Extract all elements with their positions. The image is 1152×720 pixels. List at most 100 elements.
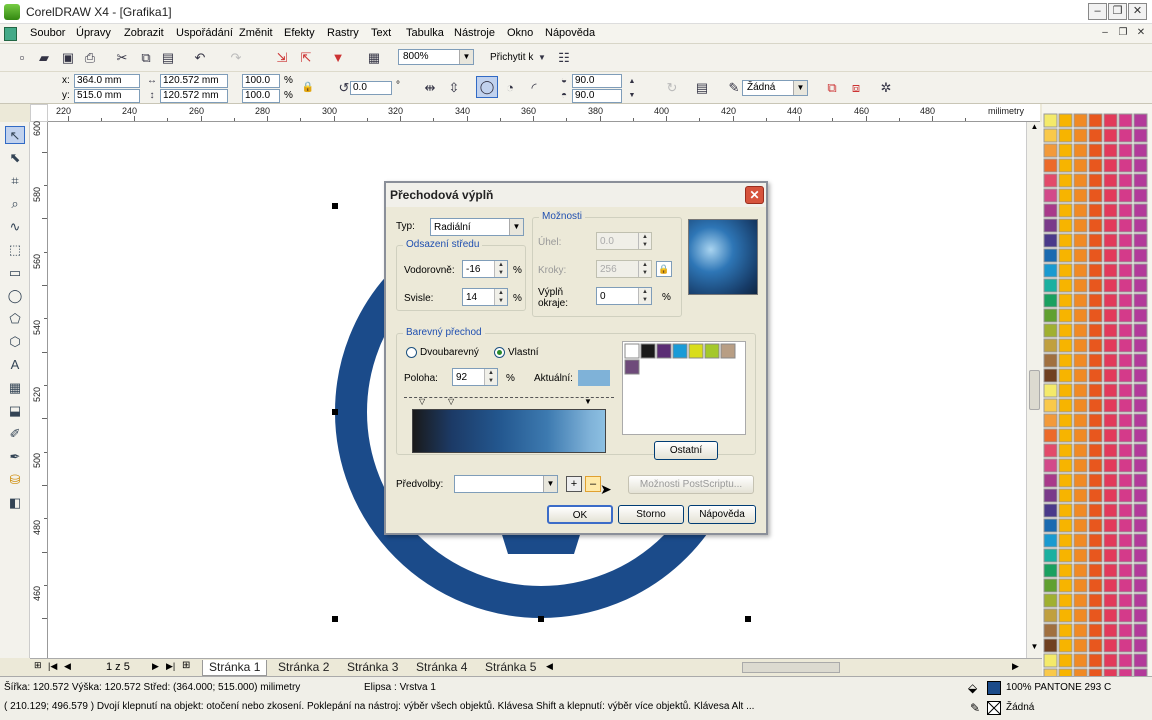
color-palette-picker[interactable] — [622, 341, 746, 435]
palette-color-swatch[interactable] — [1118, 428, 1133, 443]
wrap-text-icon[interactable]: ▤ — [694, 80, 710, 96]
height-field[interactable]: 120.572 mm — [160, 89, 228, 103]
palette-color-swatch[interactable] — [1043, 578, 1058, 593]
scale-y-field[interactable]: 100.0 — [242, 89, 280, 103]
horizontal-offset-spinner[interactable]: -16 ▲ ▼ — [462, 260, 508, 278]
palette-color-swatch[interactable] — [1058, 503, 1073, 518]
palette-color-swatch[interactable] — [1103, 488, 1118, 503]
scale-x-field[interactable]: 100.0 — [242, 74, 280, 88]
palette-color-swatch[interactable] — [1043, 128, 1058, 143]
palette-color-swatch[interactable] — [1088, 638, 1103, 653]
palette-color-swatch[interactable] — [1133, 383, 1148, 398]
ok-button[interactable]: OK — [547, 505, 613, 524]
palette-color-swatch[interactable] — [1088, 338, 1103, 353]
palette-color-swatch[interactable] — [1058, 623, 1073, 638]
snap-to-dropdown[interactable]: Přichytit k — [490, 52, 533, 64]
palette-color-swatch[interactable] — [1103, 503, 1118, 518]
menu-text[interactable]: Text — [371, 27, 391, 39]
palette-color-swatch[interactable] — [1133, 653, 1148, 668]
palette-color-swatch[interactable] — [1043, 293, 1058, 308]
palette-color-swatch[interactable] — [1043, 608, 1058, 623]
palette-color-swatch[interactable] — [1133, 668, 1148, 683]
current-color-swatch[interactable] — [578, 370, 610, 386]
print-icon[interactable]: ⎙ — [82, 50, 98, 66]
palette-color-swatch[interactable] — [1073, 503, 1088, 518]
eyedropper-icon[interactable]: ✐ — [5, 425, 25, 443]
scroll-thumb[interactable] — [1029, 370, 1040, 410]
break-apart-icon[interactable]: ⧈ — [848, 80, 864, 96]
palette-color-swatch[interactable] — [1073, 188, 1088, 203]
palette-color-swatch[interactable] — [1103, 338, 1118, 353]
palette-color-swatch[interactable] — [1103, 158, 1118, 173]
palette-color-swatch[interactable] — [1058, 578, 1073, 593]
palette-color-swatch[interactable] — [1133, 248, 1148, 263]
menu-okno[interactable]: Okno — [507, 27, 533, 39]
palette-color-swatch[interactable] — [1133, 458, 1148, 473]
palette-color-swatch[interactable] — [1118, 353, 1133, 368]
palette-color-swatch[interactable] — [1043, 638, 1058, 653]
x-position-field[interactable]: 364.0 mm — [74, 74, 140, 88]
palette-color-swatch[interactable] — [1118, 653, 1133, 668]
scroll-down-arrow[interactable]: ▼ — [1027, 642, 1042, 656]
palette-color-swatch[interactable] — [1118, 233, 1133, 248]
palette-color-swatch[interactable] — [1133, 173, 1148, 188]
palette-color-swatch[interactable] — [1088, 308, 1103, 323]
palette-color-swatch[interactable] — [1088, 518, 1103, 533]
palette-color-swatch[interactable] — [1073, 563, 1088, 578]
spinner-down-icon[interactable]: ▼ — [624, 88, 640, 104]
freehand-tool-icon[interactable]: ∿ — [5, 218, 25, 236]
palette-color-swatch[interactable] — [1058, 488, 1073, 503]
palette-color-swatch[interactable] — [1133, 563, 1148, 578]
palette-color-swatch[interactable] — [1058, 563, 1073, 578]
palette-color-swatch[interactable] — [1073, 518, 1088, 533]
palette-color-swatch[interactable] — [1058, 323, 1073, 338]
palette-color-swatch[interactable] — [1133, 518, 1148, 533]
outline-width-dropdown[interactable]: Žádná ▼ — [742, 80, 808, 96]
palette-color-swatch[interactable] — [1088, 488, 1103, 503]
import-icon[interactable]: ⇲ — [274, 50, 290, 66]
ruler-origin[interactable] — [30, 104, 48, 122]
palette-color-swatch[interactable] — [1073, 173, 1088, 188]
palette-color-swatch[interactable] — [1088, 323, 1103, 338]
ellipse-tool-icon[interactable]: ◯ — [5, 287, 25, 305]
palette-color-swatch[interactable] — [1133, 428, 1148, 443]
palette-color-swatch[interactable] — [1133, 143, 1148, 158]
color-stop-marker[interactable]: ▽ — [419, 397, 425, 406]
palette-color-swatch[interactable] — [1088, 128, 1103, 143]
palette-color-swatch[interactable] — [1073, 458, 1088, 473]
lock-ratio-icon[interactable]: 🔒 — [300, 80, 316, 96]
palette-color-swatch[interactable] — [1073, 413, 1088, 428]
horizontal-ruler[interactable]: 220 240 260 280 300 320 340 360 380 400 … — [48, 104, 1040, 122]
palette-color-swatch[interactable] — [1058, 533, 1073, 548]
palette-color-swatch[interactable] — [1133, 503, 1148, 518]
palette-color-swatch[interactable] — [1088, 368, 1103, 383]
lock-steps-button[interactable]: 🔒 — [656, 261, 672, 277]
palette-color-swatch[interactable] — [1103, 308, 1118, 323]
fill-color-swatch[interactable] — [987, 681, 1001, 695]
palette-color-swatch[interactable] — [1058, 518, 1073, 533]
palette-color-swatch[interactable] — [1058, 593, 1073, 608]
doc-close-button[interactable]: ✕ — [1134, 27, 1148, 38]
palette-color-swatch[interactable] — [1133, 368, 1148, 383]
postscript-options-button[interactable]: Možnosti PostScriptu... — [628, 475, 754, 494]
presets-dropdown[interactable]: ▼ — [454, 475, 558, 493]
palette-swatch[interactable] — [672, 343, 688, 359]
palette-color-swatch[interactable] — [1073, 428, 1088, 443]
palette-color-swatch[interactable] — [1088, 458, 1103, 473]
palette-color-swatch[interactable] — [1118, 158, 1133, 173]
palette-color-swatch[interactable] — [1133, 278, 1148, 293]
palette-color-swatch[interactable] — [1073, 113, 1088, 128]
palette-color-swatch[interactable] — [1043, 533, 1058, 548]
paste-icon[interactable]: ▤ — [160, 50, 176, 66]
palette-color-swatch[interactable] — [1103, 608, 1118, 623]
palette-color-swatch[interactable] — [1073, 623, 1088, 638]
palette-color-swatch[interactable] — [1058, 338, 1073, 353]
spinner-arrows-icon[interactable]: ▲ ▼ — [638, 288, 651, 304]
palette-color-swatch[interactable] — [1043, 188, 1058, 203]
palette-swatch[interactable] — [656, 343, 672, 359]
fill-bucket-icon[interactable]: ⛁ — [5, 471, 25, 489]
palette-color-swatch[interactable] — [1058, 668, 1073, 683]
palette-color-swatch[interactable] — [1088, 398, 1103, 413]
palette-color-swatch[interactable] — [1088, 233, 1103, 248]
palette-color-swatch[interactable] — [1133, 203, 1148, 218]
